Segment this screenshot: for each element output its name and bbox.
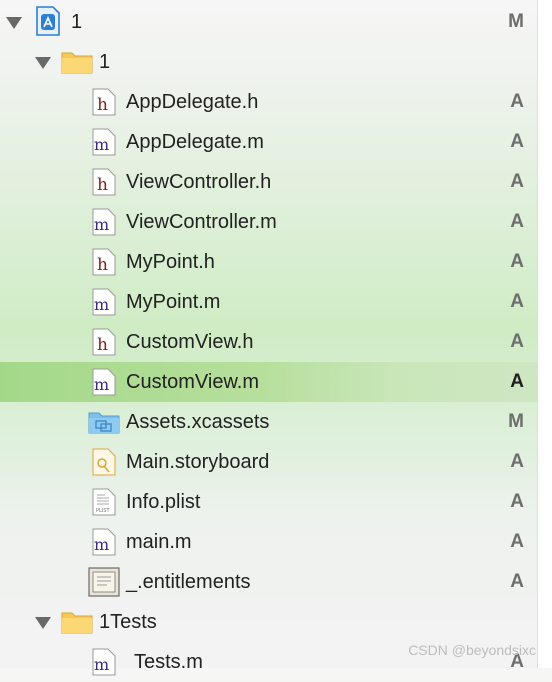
file-row-selected[interactable]: m CustomView.m A [0, 362, 538, 402]
row-label: AppDelegate.h [126, 91, 259, 113]
implementation-file-icon: m [92, 288, 116, 316]
header-file-icon: h [92, 248, 116, 276]
row-label: Info.plist [126, 491, 201, 513]
plist-file-icon: PLIST [92, 488, 116, 516]
implementation-file-icon: m [92, 128, 116, 156]
row-label: 1 [99, 51, 111, 73]
scm-status: M [508, 411, 524, 432]
implementation-file-icon: m [92, 208, 116, 236]
row-label: main.m [126, 531, 192, 553]
header-file-icon: h [92, 328, 116, 356]
file-row[interactable]: m AppDelegate.m A [0, 122, 538, 162]
scm-status: A [510, 211, 524, 232]
svg-text:m: m [94, 655, 109, 674]
scm-status: A [510, 331, 524, 352]
row-label: CustomView.m [126, 371, 260, 393]
scm-status: A [510, 531, 524, 552]
scm-status: A [510, 571, 524, 592]
header-file-icon: h [92, 88, 116, 116]
scm-status: A [510, 251, 524, 272]
folder-icon [61, 610, 93, 634]
disclosure-triangle-icon[interactable] [6, 17, 22, 29]
disclosure-triangle-icon[interactable] [35, 617, 51, 629]
row-label: 1Tests [99, 611, 157, 633]
scm-status: A [510, 131, 524, 152]
watermark: CSDN @beyondsixc [408, 642, 536, 658]
svg-text:m: m [94, 375, 109, 394]
row-label: MyPoint.m [126, 291, 221, 313]
scm-status: A [510, 371, 524, 392]
file-row[interactable]: PLIST Info.plist A [0, 482, 538, 522]
scm-status: A [510, 91, 524, 112]
group-row[interactable]: 1 [0, 42, 538, 82]
svg-text:h: h [97, 255, 108, 275]
file-row[interactable]: m MyPoint.m A [0, 282, 538, 322]
implementation-file-icon: m [92, 528, 116, 556]
svg-text:m: m [94, 295, 109, 314]
scm-status: A [510, 491, 524, 512]
asset-catalog-icon [88, 410, 120, 434]
row-label: Assets.xcassets [126, 411, 270, 433]
implementation-file-icon: m [92, 648, 116, 676]
group-row[interactable]: 1Tests [0, 602, 538, 642]
folder-icon [61, 50, 93, 74]
file-row[interactable]: Main.storyboard A [0, 442, 538, 482]
svg-text:h: h [97, 175, 108, 195]
file-row[interactable]: h CustomView.h A [0, 322, 538, 362]
disclosure-triangle-icon[interactable] [35, 57, 51, 69]
entitlements-file-icon [88, 567, 120, 597]
project-row[interactable]: 1 M [0, 2, 538, 42]
scm-status: A [510, 451, 524, 472]
svg-text:PLIST: PLIST [96, 508, 110, 514]
file-row[interactable]: Assets.xcassets M [0, 402, 538, 442]
svg-text:m: m [94, 135, 109, 154]
file-row[interactable]: _.entitlements A [0, 562, 538, 602]
header-file-icon: h [92, 168, 116, 196]
scrollbar-track[interactable] [537, 0, 552, 668]
svg-text:h: h [97, 335, 108, 355]
file-row[interactable]: m main.m A [0, 522, 538, 562]
scm-status: M [508, 11, 524, 32]
row-label: ViewController.h [126, 171, 272, 193]
file-row[interactable]: m ViewController.m A [0, 202, 538, 242]
project-navigator: { "navigator": { "rows": [ {"name": "1",… [0, 0, 552, 676]
storyboard-file-icon [92, 448, 116, 476]
row-label: Tests.m [134, 651, 203, 673]
row-label: Main.storyboard [126, 451, 270, 473]
svg-text:m: m [94, 535, 109, 554]
svg-text:m: m [94, 215, 109, 234]
file-row[interactable]: h AppDelegate.h A [0, 82, 538, 122]
file-row[interactable]: h ViewController.h A [0, 162, 538, 202]
implementation-file-icon: m [92, 368, 116, 396]
scm-status: A [510, 171, 524, 192]
row-label: ViewController.m [126, 211, 277, 233]
row-label: MyPoint.h [126, 251, 215, 273]
file-row[interactable]: h MyPoint.h A [0, 242, 538, 282]
row-label: _.entitlements [126, 571, 251, 593]
row-label: CustomView.h [126, 331, 254, 353]
scm-status: A [510, 291, 524, 312]
row-label: AppDelegate.m [126, 131, 264, 153]
row-label: 1 [71, 11, 83, 33]
xcode-project-icon [34, 6, 62, 36]
svg-text:h: h [97, 95, 108, 115]
